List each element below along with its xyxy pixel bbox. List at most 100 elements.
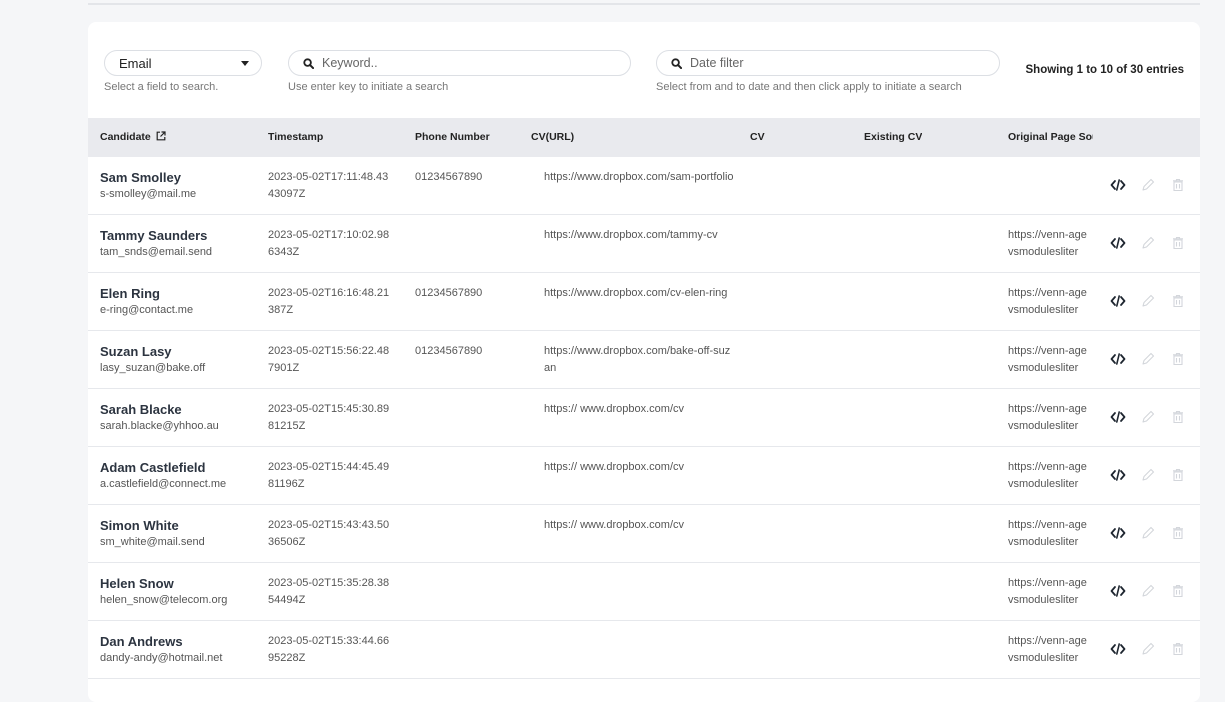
external-link-icon[interactable] xyxy=(156,131,166,141)
candidate-name[interactable]: Sarah Blacke xyxy=(100,401,219,418)
source-line-2: vsmodulesliter xyxy=(1008,536,1079,548)
candidate-name[interactable]: Sam Smolley xyxy=(100,169,196,186)
code-icon[interactable] xyxy=(1110,467,1126,483)
trash-icon[interactable] xyxy=(1170,525,1186,541)
pencil-icon[interactable] xyxy=(1140,583,1156,599)
date-filter-hint: Select from and to date and then click a… xyxy=(656,81,962,93)
field-select[interactable]: Email xyxy=(104,50,262,76)
column-header-cv[interactable]: CV xyxy=(750,118,765,157)
candidate-cell: Adam Castlefield a.castlefield@connect.m… xyxy=(100,459,226,493)
keyword-search-group: Keyword.. Use enter key to initiate a se… xyxy=(288,50,631,93)
column-header-original-page-source[interactable]: Original Page Sou xyxy=(1008,118,1093,157)
source-line-1[interactable]: https://venn-age xyxy=(1008,227,1090,244)
candidate-email: helen_snow@telecom.org xyxy=(100,594,228,606)
source-line-1[interactable]: https://venn-age xyxy=(1008,401,1090,418)
row-actions xyxy=(1110,641,1186,657)
candidate-cell: Suzan Lasy lasy_suzan@bake.off xyxy=(100,343,205,377)
pencil-icon[interactable] xyxy=(1140,641,1156,657)
trash-icon[interactable] xyxy=(1170,293,1186,309)
trash-icon[interactable] xyxy=(1170,351,1186,367)
candidate-cell: Elen Ring e-ring@contact.me xyxy=(100,285,193,319)
row-actions xyxy=(1110,583,1186,599)
pencil-icon[interactable] xyxy=(1140,177,1156,193)
pencil-icon[interactable] xyxy=(1140,293,1156,309)
candidate-email: tam_snds@email.send xyxy=(100,246,213,258)
cv-url-cell[interactable]: https://www.dropbox.com/bake-off-suzan xyxy=(544,343,734,377)
candidate-cell: Dan Andrews dandy-andy@hotmail.net xyxy=(100,633,222,667)
candidate-name[interactable]: Simon White xyxy=(100,517,205,534)
source-line-2: vsmodulesliter xyxy=(1008,652,1079,664)
code-icon[interactable] xyxy=(1110,583,1126,599)
timestamp-cell: 2023-05-02T16:16:48.21387Z xyxy=(268,287,390,316)
trash-icon[interactable] xyxy=(1170,409,1186,425)
code-icon[interactable] xyxy=(1110,351,1126,367)
table-row: Simon White sm_white@mail.send 2023-05-0… xyxy=(88,505,1200,563)
phone-cell: 01234567890 xyxy=(415,345,483,357)
code-icon[interactable] xyxy=(1110,409,1126,425)
candidate-name[interactable]: Adam Castlefield xyxy=(100,459,226,476)
source-line-1[interactable]: https://venn-age xyxy=(1008,633,1090,650)
candidate-name[interactable]: Elen Ring xyxy=(100,285,193,302)
code-icon[interactable] xyxy=(1110,235,1126,251)
code-icon[interactable] xyxy=(1110,525,1126,541)
column-header-existing-cv[interactable]: Existing CV xyxy=(864,118,922,157)
candidates-card: Email Select a field to search. Keyword.… xyxy=(88,22,1200,702)
cv-url-cell[interactable]: https:// www.dropbox.com/cv xyxy=(544,401,734,418)
candidate-name[interactable]: Tammy Saunders xyxy=(100,227,212,244)
table-row: Sarah Blacke sarah.blacke@yhhoo.au 2023-… xyxy=(88,389,1200,447)
candidate-cell: Helen Snow helen_snow@telecom.org xyxy=(100,575,227,609)
source-line-2: vsmodulesliter xyxy=(1008,246,1079,258)
candidate-email: sm_white@mail.send xyxy=(100,536,205,548)
candidate-name[interactable]: Suzan Lasy xyxy=(100,343,205,360)
date-filter-input[interactable]: Date filter xyxy=(656,50,1000,76)
candidate-email: lasy_suzan@bake.off xyxy=(100,362,206,374)
row-actions xyxy=(1110,235,1186,251)
original-page-source-cell: https://venn-age vsmodulesliter xyxy=(1008,633,1090,667)
trash-icon[interactable] xyxy=(1170,583,1186,599)
source-line-1[interactable]: https://venn-age xyxy=(1008,575,1090,592)
cv-url-cell[interactable]: https://www.dropbox.com/tammy-cv xyxy=(544,227,734,244)
source-line-1[interactable]: https://venn-age xyxy=(1008,285,1090,302)
table-row: Tammy Saunders tam_snds@email.send 2023-… xyxy=(88,215,1200,273)
pencil-icon[interactable] xyxy=(1140,467,1156,483)
pencil-icon[interactable] xyxy=(1140,235,1156,251)
keyword-search-input[interactable]: Keyword.. xyxy=(288,50,631,76)
column-header-cv-url[interactable]: CV(URL) xyxy=(531,118,574,157)
pencil-icon[interactable] xyxy=(1140,351,1156,367)
candidate-name[interactable]: Helen Snow xyxy=(100,575,227,592)
cv-url-cell[interactable]: https://www.dropbox.com/cv-elen-ring xyxy=(544,285,734,302)
table-row: Elen Ring e-ring@contact.me 2023-05-02T1… xyxy=(88,273,1200,331)
cv-url-cell[interactable]: https://www.dropbox.com/sam-portfolio xyxy=(544,169,734,186)
table-header: Candidate Timestamp Phone Number CV(URL)… xyxy=(88,118,1200,157)
pencil-icon[interactable] xyxy=(1140,525,1156,541)
cv-url-cell[interactable]: https:// www.dropbox.com/cv xyxy=(544,459,734,476)
trash-icon[interactable] xyxy=(1170,467,1186,483)
date-filter-placeholder: Date filter xyxy=(690,56,744,70)
candidate-name[interactable]: Dan Andrews xyxy=(100,633,222,650)
code-icon[interactable] xyxy=(1110,641,1126,657)
column-header-candidate-label: Candidate xyxy=(100,131,151,143)
trash-icon[interactable] xyxy=(1170,177,1186,193)
column-header-phone[interactable]: Phone Number xyxy=(415,118,490,157)
trash-icon[interactable] xyxy=(1170,235,1186,251)
original-page-source-cell: https://venn-age vsmodulesliter xyxy=(1008,343,1090,377)
source-line-1[interactable]: https://venn-age xyxy=(1008,343,1090,360)
column-header-candidate[interactable]: Candidate xyxy=(100,118,166,157)
code-icon[interactable] xyxy=(1110,293,1126,309)
candidate-email: a.castlefield@connect.me xyxy=(100,478,227,490)
original-page-source-cell: https://venn-age vsmodulesliter xyxy=(1008,285,1090,319)
source-line-1[interactable]: https://venn-age xyxy=(1008,517,1090,534)
trash-icon[interactable] xyxy=(1170,641,1186,657)
pencil-icon[interactable] xyxy=(1140,409,1156,425)
table-row: Sam Smolley s-smolley@mail.me 2023-05-02… xyxy=(88,157,1200,215)
column-header-timestamp[interactable]: Timestamp xyxy=(268,118,323,157)
table-row: Dan Andrews dandy-andy@hotmail.net 2023-… xyxy=(88,621,1200,679)
cv-url-cell[interactable]: https:// www.dropbox.com/cv xyxy=(544,517,734,534)
code-icon[interactable] xyxy=(1110,177,1126,193)
keyword-hint: Use enter key to initiate a search xyxy=(288,81,449,93)
timestamp-cell: 2023-05-02T15:35:28.3854494Z xyxy=(268,577,390,606)
candidate-email: e-ring@contact.me xyxy=(100,304,194,316)
table-body: Sam Smolley s-smolley@mail.me 2023-05-02… xyxy=(88,157,1200,679)
phone-cell: 01234567890 xyxy=(415,287,483,299)
source-line-1[interactable]: https://venn-age xyxy=(1008,459,1090,476)
